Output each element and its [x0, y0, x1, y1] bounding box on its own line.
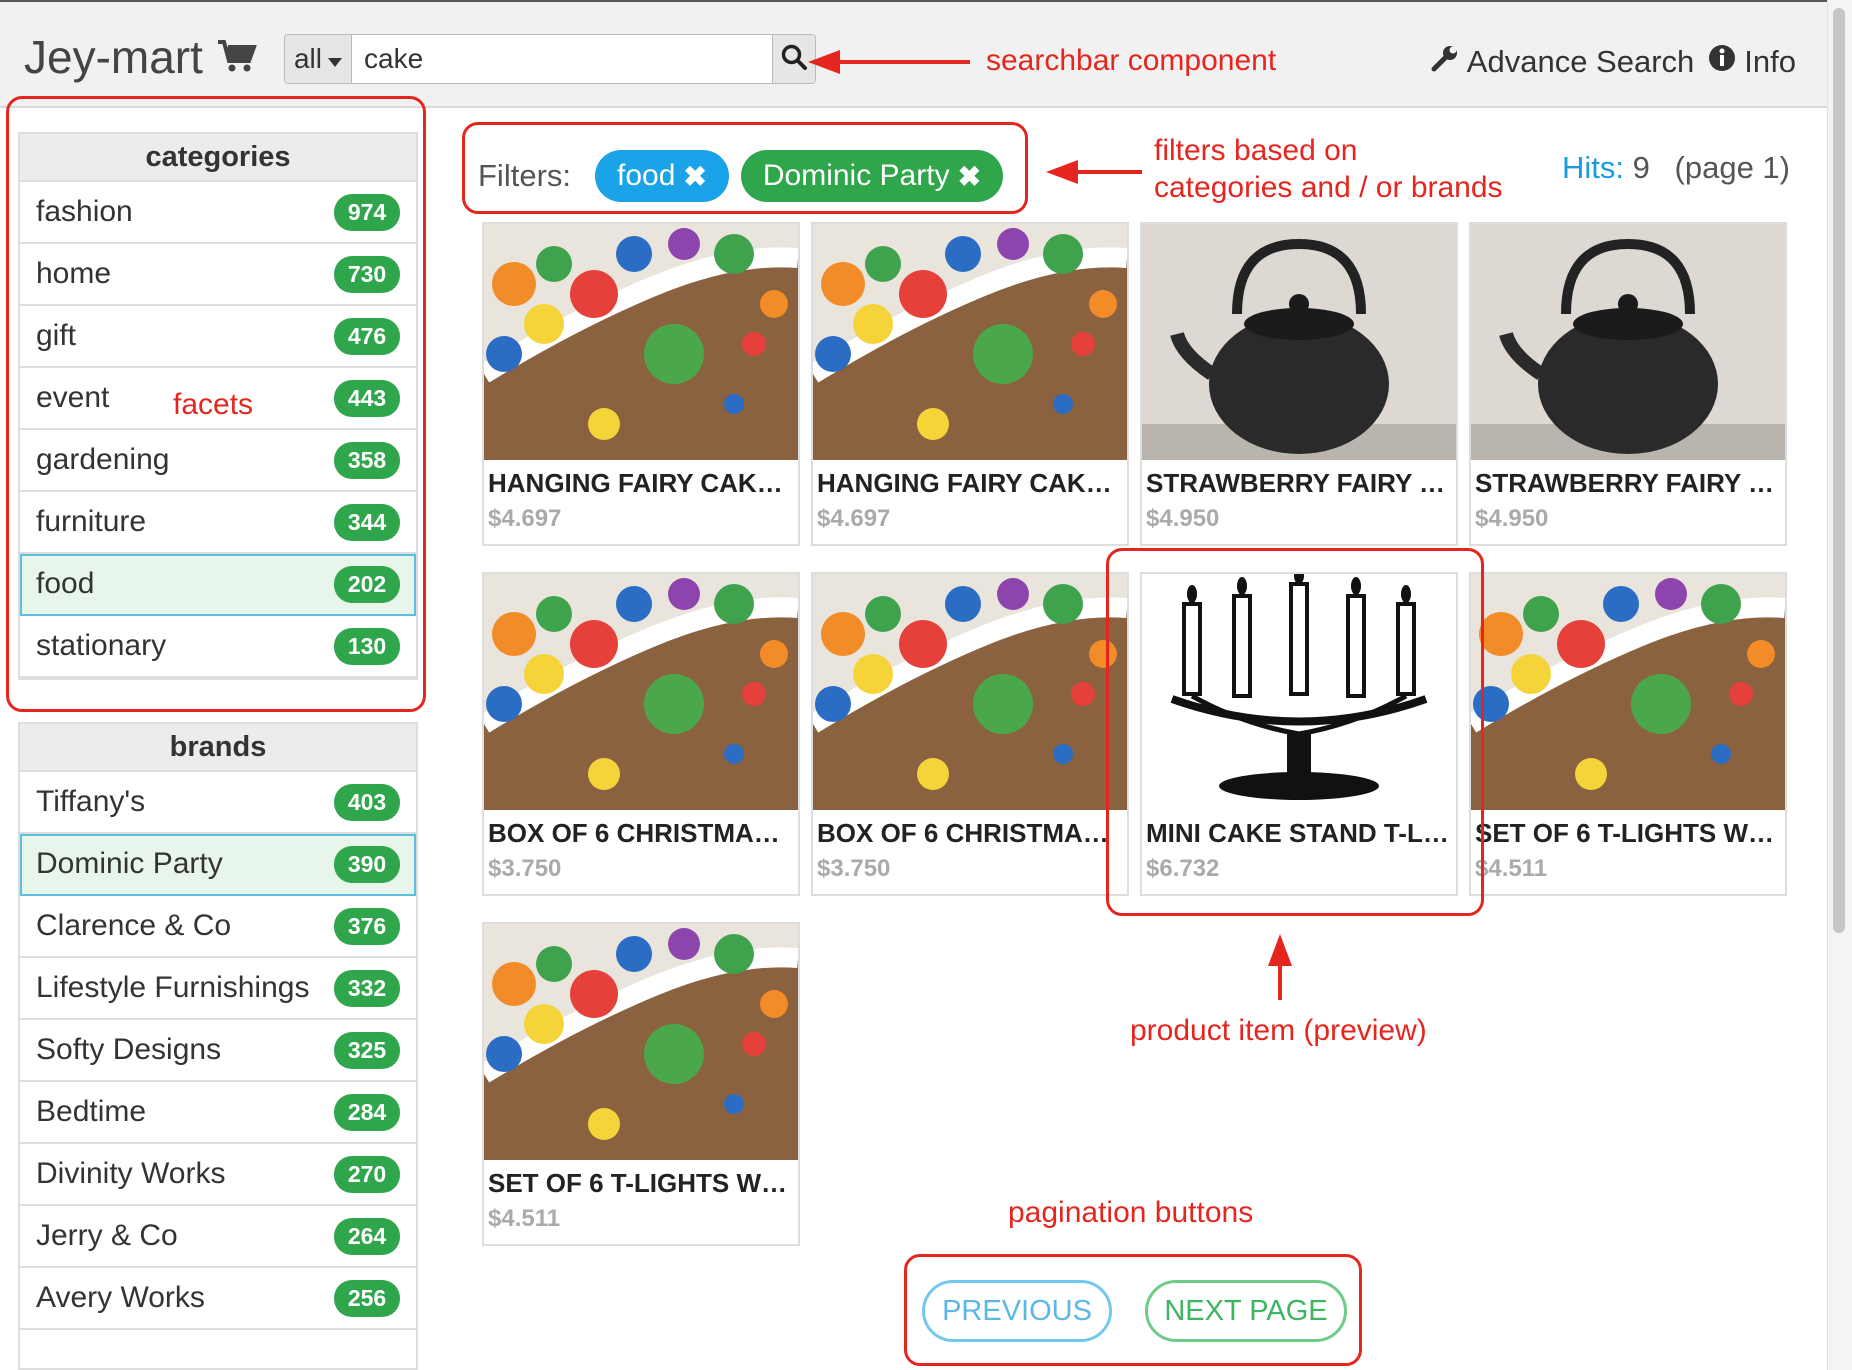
searchbar: all: [284, 34, 816, 84]
product-card[interactable]: STRAWBERRY FAIRY CA... $4.950: [1140, 222, 1458, 546]
product-price: $4.511: [1475, 855, 1548, 882]
brands-panel: brands Tiffany's 403 Dominic Party 390 Clare…: [18, 722, 418, 1370]
product-price: $4.697: [817, 505, 891, 532]
brand-facet-label: Dominic Party: [36, 847, 223, 880]
search-button[interactable]: [772, 35, 815, 83]
brand-count-badge: 270: [334, 1155, 400, 1193]
product-price: $4.697: [488, 505, 562, 532]
product-card[interactable]: HANGING FAIRY CAKE D... $4.697: [482, 222, 800, 546]
advance-search-label: Advance Search: [1466, 44, 1695, 79]
product-name[interactable]: SET OF 6 T-LIGHTS WED...: [484, 1160, 798, 1199]
brand-count-badge: 390: [334, 845, 400, 883]
product-image[interactable]: [484, 924, 798, 1160]
brand-facet-item[interactable]: Divinity Works 270: [20, 1144, 416, 1206]
page-scrollbar-thumb[interactable]: [1833, 8, 1845, 933]
product-card[interactable]: STRAWBERRY FAIRY CA... $4.950: [1469, 222, 1787, 546]
brand-facet-item[interactable]: Softy Designs 325: [20, 1020, 416, 1082]
brand-facet-label: Bedtime: [36, 1095, 147, 1128]
product-card[interactable]: HANGING FAIRY CAKE D... $4.697: [811, 222, 1129, 546]
product-image[interactable]: [484, 574, 798, 810]
product-price: $3.750: [817, 855, 891, 882]
product-name[interactable]: HANGING FAIRY CAKE D...: [484, 460, 798, 499]
results-summary: Hits: 9 (page 1): [1562, 150, 1790, 186]
brand-logo[interactable]: Jey-mart: [24, 30, 257, 84]
brand-count-badge: 332: [334, 969, 400, 1007]
info-link[interactable]: Info: [1708, 44, 1796, 80]
product-name[interactable]: STRAWBERRY FAIRY CA...: [1471, 460, 1785, 499]
product-price: $4.511: [488, 1205, 561, 1232]
page-indicator: (page 1): [1674, 150, 1790, 185]
product-annotation-box: [1106, 548, 1484, 916]
hits-label: Hits:: [1562, 150, 1625, 185]
shopping-cart-icon: [217, 30, 257, 84]
product-image[interactable]: [813, 224, 1127, 460]
info-label: Info: [1744, 44, 1796, 79]
product-price: $4.950: [1146, 505, 1220, 532]
brand-count-badge: 284: [334, 1093, 400, 1131]
filters-annotation-line1: filters based on: [1154, 134, 1358, 167]
brand-facet-label: Clarence & Co: [36, 909, 232, 942]
product-name[interactable]: BOX OF 6 CHRISTMAS C...: [813, 810, 1127, 849]
product-name[interactable]: SET OF 6 T-LIGHTS WED...: [1471, 810, 1785, 849]
caret-down-icon: [328, 43, 342, 75]
brand-count-badge: 403: [334, 783, 400, 821]
product-image[interactable]: [484, 224, 798, 460]
search-scope-select[interactable]: all: [285, 35, 352, 83]
search-input[interactable]: [352, 35, 772, 83]
brand-facet-item[interactable]: Tiffany's 403: [20, 772, 416, 834]
product-image[interactable]: [1471, 574, 1785, 810]
brand-facet-label: Softy Designs: [36, 1033, 222, 1066]
filters-annotation: filters based on categories and / or bra…: [1154, 132, 1503, 206]
product-price: $3.750: [488, 855, 562, 882]
brand-facet-partial[interactable]: [20, 1330, 416, 1368]
brand-facet-item[interactable]: Clarence & Co 376: [20, 896, 416, 958]
brand-facet-label: Lifestyle Furnishings: [36, 971, 310, 1004]
brand-count-badge: 264: [334, 1217, 400, 1255]
brand-count-badge: 376: [334, 907, 400, 945]
brand-facet-item[interactable]: Lifestyle Furnishings 332: [20, 958, 416, 1020]
advance-search-link[interactable]: Advance Search: [1431, 44, 1694, 80]
search-icon: [781, 44, 807, 75]
searchbar-annotation: searchbar component: [986, 44, 1277, 77]
product-name[interactable]: BOX OF 6 CHRISTMAS C...: [484, 810, 798, 849]
product-name[interactable]: STRAWBERRY FAIRY CA...: [1142, 460, 1456, 499]
brand-facet-label: Tiffany's: [36, 785, 146, 818]
brands-title: brands: [20, 724, 416, 772]
product-image[interactable]: [1471, 224, 1785, 460]
facets-annotation: facets: [173, 388, 254, 421]
brand-facet-label: Divinity Works: [36, 1157, 226, 1190]
product-price: $4.950: [1475, 505, 1549, 532]
filters-annotation-box: [462, 122, 1028, 214]
filters-annotation-line2: categories and / or brands: [1154, 171, 1503, 204]
pagination-annotation: pagination buttons: [1008, 1196, 1254, 1229]
brand-facet-label: Avery Works: [36, 1281, 205, 1314]
product-card[interactable]: SET OF 6 T-LIGHTS WED... $4.511: [1469, 572, 1787, 896]
brand-name: Jey-mart: [24, 31, 203, 83]
brand-facet-item[interactable]: Jerry & Co 264: [20, 1206, 416, 1268]
product-card[interactable]: SET OF 6 T-LIGHTS WED... $4.511: [482, 922, 800, 1246]
search-scope-value: all: [293, 43, 322, 74]
brand-facet-item[interactable]: Bedtime 284: [20, 1082, 416, 1144]
brand-count-badge: 256: [334, 1279, 400, 1317]
wrench-icon: [1431, 44, 1459, 80]
brand-facet-label: Jerry & Co: [36, 1219, 178, 1252]
product-name[interactable]: HANGING FAIRY CAKE D...: [813, 460, 1127, 499]
brand-facet-item[interactable]: Dominic Party 390: [20, 834, 416, 896]
pagination-annotation-box: [904, 1254, 1362, 1366]
product-card[interactable]: BOX OF 6 CHRISTMAS C... $3.750: [482, 572, 800, 896]
brand-count-badge: 325: [334, 1031, 400, 1069]
hits-count: 9: [1632, 150, 1650, 185]
product-annotation: product item (preview): [1130, 1014, 1427, 1047]
info-icon: [1708, 44, 1736, 80]
product-image[interactable]: [813, 574, 1127, 810]
header-links: Advance Search Info: [1431, 44, 1796, 80]
product-card[interactable]: BOX OF 6 CHRISTMAS C... $3.750: [811, 572, 1129, 896]
brand-facet-item[interactable]: Avery Works 256: [20, 1268, 416, 1330]
product-image[interactable]: [1142, 224, 1456, 460]
